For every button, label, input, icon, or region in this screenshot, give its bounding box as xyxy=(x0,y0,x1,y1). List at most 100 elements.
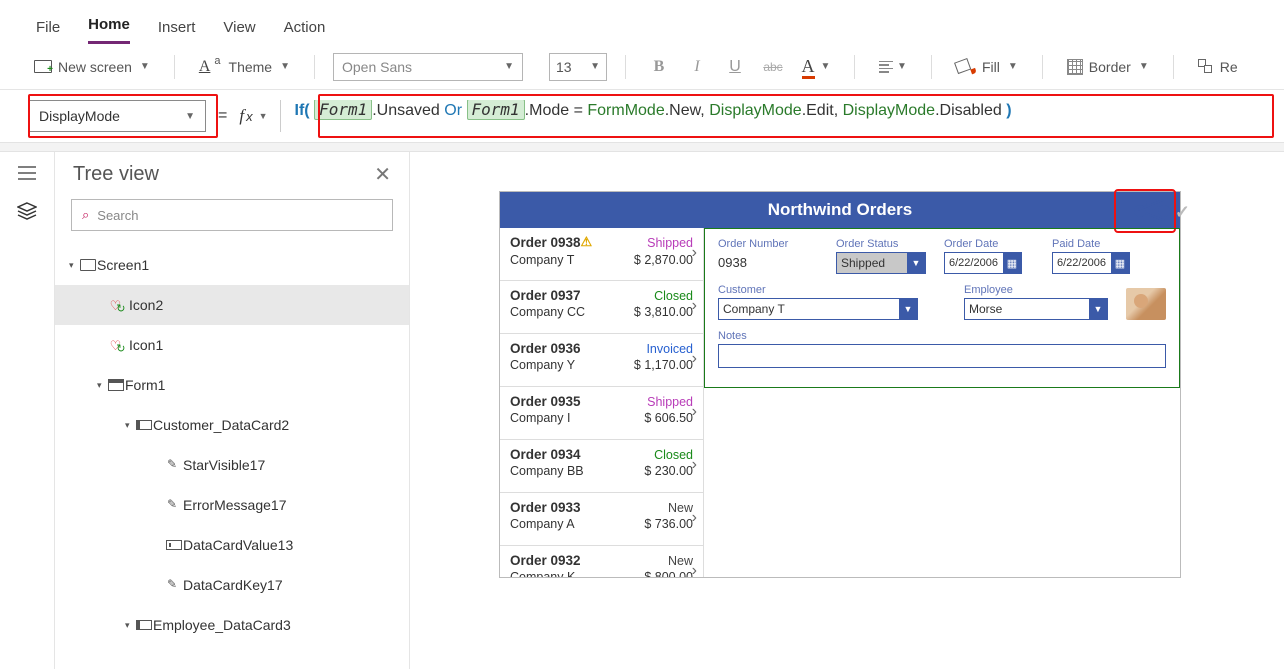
menu-view[interactable]: View xyxy=(223,19,255,44)
font-dropdown[interactable]: Open Sans ▼ xyxy=(333,53,523,81)
dropdown-employee[interactable]: Morse▼ xyxy=(964,298,1108,320)
chevron-down-icon: ▼ xyxy=(140,61,150,72)
value-order-number: 0938 xyxy=(718,252,818,273)
chevron-right-icon: › xyxy=(692,350,697,368)
tree-node-form1[interactable]: ▾ Form1 xyxy=(55,365,409,405)
order-item[interactable]: Order 0935Shipped Company I$ 606.50 › xyxy=(500,387,703,440)
align-icon xyxy=(879,61,893,73)
order-item[interactable]: Order 0937Closed Company CC$ 3,810.00 › xyxy=(500,281,703,334)
label-order-number: Order Number xyxy=(718,238,818,250)
font-size: 13 xyxy=(556,59,572,75)
underline-button[interactable]: U xyxy=(720,53,750,81)
cancel-icon[interactable]: ✓ xyxy=(1134,200,1170,222)
chevron-right-icon: › xyxy=(692,456,697,474)
separator xyxy=(1173,55,1174,79)
input-notes[interactable] xyxy=(718,344,1166,368)
datepicker-paid-date[interactable]: 6/22/2006▦ xyxy=(1052,252,1130,274)
layers-icon[interactable] xyxy=(16,202,38,220)
property-name: DisplayMode xyxy=(39,108,120,124)
canvas[interactable]: Northwind Orders ✓ Order 0938⚠Shipped Co… xyxy=(410,152,1284,669)
chevron-down-icon: ▼ xyxy=(1139,61,1149,72)
label-order-date: Order Date xyxy=(944,238,1034,250)
font-size-dropdown[interactable]: 13 ▼ xyxy=(549,53,607,81)
tree-node-employee-datacard[interactable]: ▾ Employee_DataCard3 xyxy=(55,605,409,645)
label-icon xyxy=(165,460,183,470)
chevron-right-icon: › xyxy=(692,509,697,527)
label-icon xyxy=(165,500,183,510)
datacard-icon xyxy=(135,420,153,430)
dropdown-order-status[interactable]: Shipped▼ xyxy=(836,252,926,274)
app-preview: Northwind Orders ✓ Order 0938⚠Shipped Co… xyxy=(500,192,1180,577)
theme-button[interactable]: Aa Theme ▼ xyxy=(193,54,296,80)
hamburger-icon[interactable] xyxy=(16,164,38,182)
label-employee: Employee xyxy=(964,284,1108,296)
dropdown-customer[interactable]: Company T▼ xyxy=(718,298,918,320)
datacard-icon xyxy=(135,620,153,630)
italic-button[interactable]: I xyxy=(682,53,712,81)
app-header: Northwind Orders ✓ xyxy=(500,192,1180,228)
bold-button[interactable]: B xyxy=(644,53,674,81)
cancel-icon: ♡↻ xyxy=(111,339,129,352)
order-item[interactable]: Order 0938⚠Shipped Company T$ 2,870.00 › xyxy=(500,228,703,281)
app-title: Northwind Orders xyxy=(768,200,913,220)
search-icon: ⌕ xyxy=(82,207,89,223)
order-item[interactable]: Order 0932New Company K$ 800.00 › xyxy=(500,546,703,577)
chevron-right-icon: › xyxy=(692,297,697,315)
cancel-icon: ♡↻ xyxy=(111,299,129,312)
font-color-button[interactable]: A▼ xyxy=(796,53,836,81)
menu-bar: File Home Insert View Action xyxy=(0,0,1284,44)
label-notes: Notes xyxy=(718,330,1166,342)
label-order-status: Order Status xyxy=(836,238,926,250)
search-input[interactable]: ⌕ Search xyxy=(71,199,393,231)
order-item[interactable]: Order 0933New Company A$ 736.00 › xyxy=(500,493,703,546)
close-icon[interactable]: ✕ xyxy=(374,162,391,187)
ribbon: New screen ▼ Aa Theme ▼ Open Sans ▼ 13 ▼… xyxy=(0,44,1284,90)
employee-avatar xyxy=(1126,288,1166,320)
formula-input[interactable]: If( Form1.Unsaved Or Form1.Mode = FormMo… xyxy=(280,100,1257,132)
new-screen-label: New screen xyxy=(58,59,132,75)
separator xyxy=(931,55,932,79)
chevron-right-icon: › xyxy=(692,562,697,577)
new-screen-button[interactable]: New screen ▼ xyxy=(28,55,156,79)
label-customer: Customer xyxy=(718,284,918,296)
chevron-right-icon: › xyxy=(692,403,697,421)
menu-file[interactable]: File xyxy=(36,19,60,44)
property-dropdown[interactable]: DisplayMode ▼ xyxy=(28,100,206,132)
menu-home[interactable]: Home xyxy=(88,16,130,44)
separator xyxy=(1042,55,1043,79)
check-icon[interactable]: ✓ xyxy=(1175,202,1190,223)
fx-button[interactable]: fx▼ xyxy=(239,106,267,126)
form-panel: Order Number 0938 Order Status Shipped▼ … xyxy=(704,228,1180,577)
screen-icon xyxy=(79,259,97,271)
datepicker-order-date[interactable]: 6/22/2006▦ xyxy=(944,252,1022,274)
chevron-right-icon: › xyxy=(692,244,697,262)
chevron-down-icon: ▼ xyxy=(185,111,195,122)
chevron-down-icon: ▼ xyxy=(280,61,290,72)
border-button[interactable]: Border ▼ xyxy=(1061,55,1155,79)
tree-node-icon1[interactable]: ♡↻ Icon1 xyxy=(55,325,409,365)
align-button[interactable]: ▼ xyxy=(873,53,913,81)
order-item[interactable]: Order 0934Closed Company BB$ 230.00 › xyxy=(500,440,703,493)
tree-node-starvisible[interactable]: StarVisible17 xyxy=(55,445,409,485)
tree-view-pane: Tree view ✕ ⌕ Search ▾ Screen1 ♡↻ Icon2 … xyxy=(55,152,410,669)
chevron-down-icon: ▼ xyxy=(590,61,600,72)
theme-label: Theme xyxy=(229,59,273,75)
tree-node-datacardkey[interactable]: DataCardKey17 xyxy=(55,565,409,605)
tree-node-screen1[interactable]: ▾ Screen1 xyxy=(55,245,409,285)
chevron-down-icon: ▼ xyxy=(504,61,514,72)
tree-node-icon2[interactable]: ♡↻ Icon2 xyxy=(55,285,409,325)
reorder-button[interactable]: Re xyxy=(1192,55,1244,79)
menu-action[interactable]: Action xyxy=(284,19,326,44)
textinput-icon xyxy=(165,540,183,550)
formula-bar: DisplayMode ▼ = fx▼ If( Form1.Unsaved Or… xyxy=(0,90,1284,142)
tree-node-customer-datacard[interactable]: ▾ Customer_DataCard2 xyxy=(55,405,409,445)
strikethrough-button[interactable]: abc xyxy=(758,53,788,81)
chevron-down-icon: ▼ xyxy=(1008,61,1018,72)
order-list[interactable]: Order 0938⚠Shipped Company T$ 2,870.00 ›… xyxy=(500,228,704,577)
fill-icon xyxy=(954,58,972,76)
fill-button[interactable]: Fill ▼ xyxy=(950,55,1024,79)
order-item[interactable]: Order 0936Invoiced Company Y$ 1,170.00 › xyxy=(500,334,703,387)
tree-node-datacardvalue[interactable]: DataCardValue13 xyxy=(55,525,409,565)
tree-node-errormessage[interactable]: ErrorMessage17 xyxy=(55,485,409,525)
menu-insert[interactable]: Insert xyxy=(158,19,196,44)
